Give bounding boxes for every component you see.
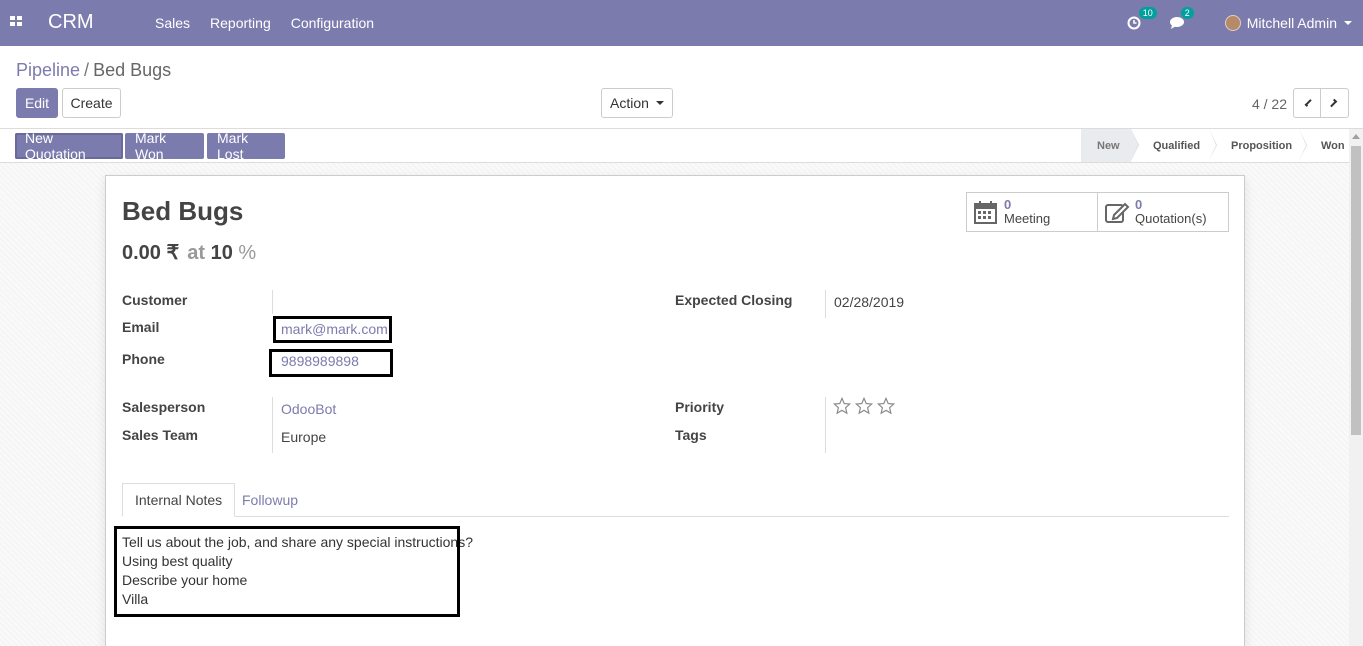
message-count-badge: 2 — [1180, 7, 1194, 19]
menu-reporting[interactable]: Reporting — [210, 15, 271, 31]
pager-next-button[interactable] — [1320, 88, 1349, 118]
create-button[interactable]: Create — [62, 88, 121, 118]
probability-value: 10 — [210, 242, 233, 264]
notebook-tabs: Internal Notes Followup — [122, 483, 1229, 517]
new-quotation-button[interactable]: New Quotation — [15, 130, 123, 162]
breadcrumb: Pipeline / Bed Bugs — [16, 60, 171, 81]
control-panel: Pipeline / Bed Bugs Edit Create Action 4 /… — [0, 46, 1363, 129]
expected-closing-label: Expected Closing — [675, 292, 793, 308]
apps-grid-icon[interactable] — [10, 16, 23, 27]
pager-previous-button[interactable] — [1293, 88, 1321, 118]
expected-closing-field[interactable]: 02/28/2019 — [834, 294, 904, 310]
user-menu[interactable]: Mitchell Admin — [1224, 15, 1363, 31]
stage-label: Won — [1321, 139, 1345, 152]
tab-followup[interactable]: Followup — [230, 483, 310, 517]
quotations-smart-text: 0 Quotation(s) — [1135, 198, 1207, 226]
breadcrumb-separator: / — [84, 60, 90, 80]
expected-closing-divider — [825, 290, 826, 318]
salesperson-label: Salesperson — [122, 399, 206, 415]
sales-team-field[interactable]: Europe — [281, 429, 326, 445]
quotation-label: Quotation(s) — [1135, 211, 1207, 226]
phone-label: Phone — [122, 351, 165, 367]
star-icon[interactable] — [833, 397, 851, 415]
stage-label: Proposition — [1231, 139, 1293, 152]
pager-value[interactable]: 4 / 22 — [1252, 96, 1287, 112]
quotation-count: 0 — [1135, 197, 1143, 212]
customer-field[interactable] — [272, 290, 273, 314]
edit-button[interactable]: Edit — [16, 88, 58, 118]
menu-sales[interactable]: Sales — [155, 15, 190, 31]
priority-label: Priority — [675, 399, 725, 415]
main-menu: Sales Reporting Configuration — [155, 15, 394, 31]
priority-divider — [825, 397, 826, 453]
menu-configuration[interactable]: Configuration — [291, 15, 374, 31]
activity-clock-icon — [1127, 16, 1141, 30]
at-label: at — [187, 242, 206, 264]
salesperson-field[interactable]: OdooBot — [281, 401, 336, 417]
stage-proposition[interactable]: Proposition — [1209, 129, 1307, 162]
mark-won-button[interactable]: Mark Won — [125, 130, 204, 162]
chevron-left-icon — [1304, 99, 1313, 107]
highlight-box-email — [273, 316, 392, 343]
meeting-smart-text: 0 Meeting — [1004, 198, 1050, 226]
action-dropdown[interactable]: Action — [601, 88, 673, 118]
mark-lost-button[interactable]: Mark Lost — [207, 130, 285, 162]
percent-sign: % — [238, 242, 257, 264]
expected-revenue: 0.00 ₹ at 10 % — [122, 240, 256, 265]
highlight-box-notes — [114, 526, 460, 617]
systray: 10 2 Mitchell Admin — [1127, 0, 1363, 46]
messaging-menu[interactable]: 2 — [1169, 7, 1194, 30]
chat-bubble-icon — [1169, 17, 1184, 29]
form-sheet: 0 Meeting 0 Quotation(s) Bed Bugs 0.00 ₹… — [105, 175, 1245, 646]
calendar-icon — [974, 201, 997, 224]
breadcrumb-current: Bed Bugs — [93, 60, 172, 80]
tab-internal-notes[interactable]: Internal Notes — [122, 483, 236, 517]
chevron-right-icon — [1328, 98, 1338, 108]
meeting-smart-button[interactable]: 0 Meeting — [967, 193, 1098, 231]
action-label: Action — [610, 95, 649, 111]
meeting-label: Meeting — [1004, 211, 1051, 226]
edit-pencil-icon — [1105, 202, 1130, 223]
stage-label: Qualified — [1153, 139, 1201, 152]
stage-label: New — [1097, 139, 1120, 152]
avatar — [1224, 15, 1241, 31]
vertical-scrollbar[interactable] — [1349, 129, 1363, 646]
highlight-box-phone — [269, 349, 393, 377]
customer-label: Customer — [122, 292, 188, 308]
stage-qualified[interactable]: Qualified — [1131, 129, 1217, 162]
activity-menu[interactable]: 10 — [1127, 7, 1157, 30]
app-brand[interactable]: CRM — [48, 11, 94, 34]
activity-count-badge: 10 — [1138, 7, 1157, 19]
star-icon[interactable] — [855, 397, 873, 415]
tags-label: Tags — [675, 427, 707, 443]
quotations-smart-button[interactable]: 0 Quotation(s) — [1098, 193, 1228, 231]
salesperson-divider — [272, 397, 273, 453]
breadcrumb-pipeline[interactable]: Pipeline — [16, 60, 80, 80]
chevron-down-icon — [655, 101, 664, 105]
stage-new[interactable]: New — [1081, 129, 1139, 162]
smart-buttons: 0 Meeting 0 Quotation(s) — [966, 192, 1229, 232]
record-title[interactable]: Bed Bugs — [122, 196, 243, 227]
meeting-count: 0 — [1004, 197, 1012, 212]
statusbar: New Quotation Mark Won Mark Lost New Qua… — [0, 129, 1363, 163]
top-navbar: CRM Sales Reporting Configuration 10 2 M… — [0, 0, 1363, 46]
revenue-value: 0.00 ₹ — [122, 242, 180, 264]
priority-stars — [833, 397, 895, 415]
star-icon[interactable] — [877, 397, 895, 415]
scroll-up-arrow-icon[interactable] — [1352, 134, 1360, 139]
chevron-down-icon — [1344, 21, 1352, 25]
stage-pipeline: New Qualified Proposition Won — [1081, 129, 1351, 162]
user-name: Mitchell Admin — [1246, 15, 1337, 31]
scroll-thumb[interactable] — [1351, 146, 1361, 435]
sales-team-label: Sales Team — [122, 427, 199, 443]
email-label: Email — [122, 319, 160, 335]
